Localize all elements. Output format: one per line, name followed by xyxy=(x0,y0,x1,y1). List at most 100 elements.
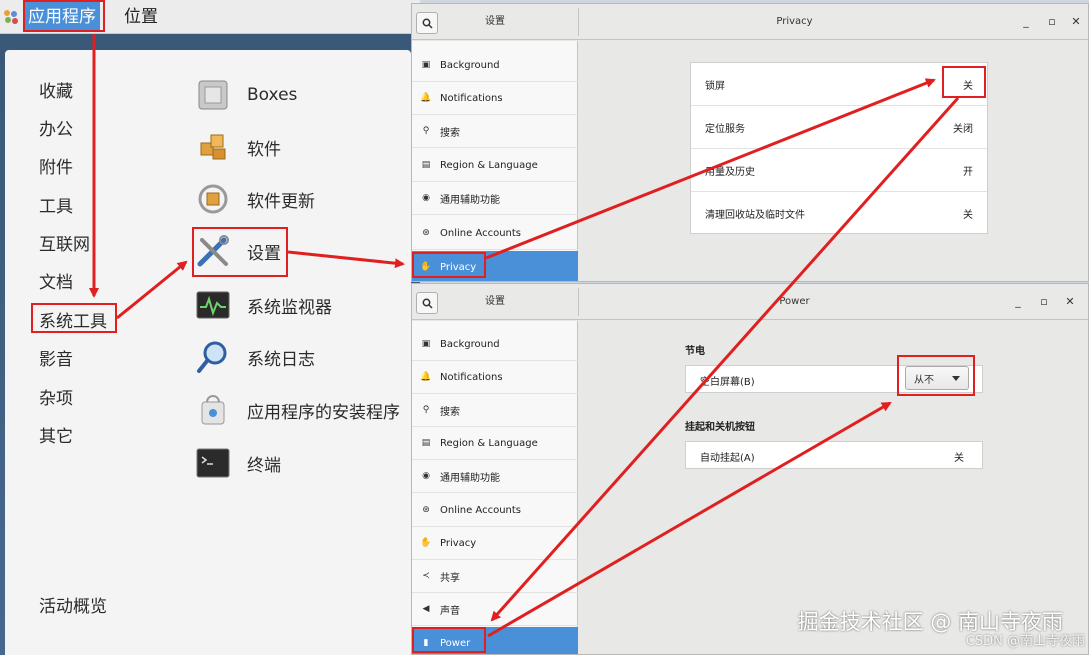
system-log-icon xyxy=(193,337,233,377)
top-bar: 应用程序 位置 xyxy=(0,0,420,34)
sidebar-item-search[interactable]: ⚲ 搜索 xyxy=(412,394,578,427)
sidebar-item-online-accounts[interactable]: ⊛ Online Accounts xyxy=(412,217,578,250)
applications-menu[interactable]: 应用程序 xyxy=(24,2,100,32)
bell-icon: 🔔 xyxy=(420,372,432,382)
app-system-monitor[interactable]: 系统监视器 xyxy=(193,283,332,327)
sidebar-item-accessibility[interactable]: ◉ 通用辅助功能 xyxy=(412,182,578,215)
sidebar-item-label: Background xyxy=(440,59,500,71)
sidebar-item-accessibility[interactable]: ◉ 通用辅助功能 xyxy=(412,460,578,493)
region-flag-icon: ▤ xyxy=(421,160,431,170)
sidebar-title: 设置 xyxy=(485,296,505,307)
sidebar-item-search[interactable]: ⚲ 搜索 xyxy=(412,115,578,148)
row-label: 用量及历史 xyxy=(705,166,755,178)
sidebar-item-notifications[interactable]: 🔔 Notifications xyxy=(412,82,578,115)
app-system-log[interactable]: 系统日志 xyxy=(193,335,315,379)
maximize-icon[interactable]: ▫ xyxy=(1044,14,1060,30)
settings-sidebar: ▣ Background 🔔 Notifications ⚲ 搜索 ▤ Region &… xyxy=(412,41,578,281)
sidebar-item-power[interactable]: ▮ Power xyxy=(412,627,578,654)
row-label: 清理回收站及临时文件 xyxy=(705,210,805,221)
category-other[interactable]: 其它 xyxy=(39,422,73,447)
maximize-icon[interactable]: ▫ xyxy=(1036,294,1052,310)
row-value: 关 xyxy=(963,80,973,92)
row-value: 关闭 xyxy=(953,123,973,135)
online-accounts-icon: ⊛ xyxy=(422,505,430,515)
close-icon[interactable]: ✕ xyxy=(1068,14,1084,30)
app-settings[interactable]: 设置 xyxy=(193,229,281,273)
sidebar-item-notifications[interactable]: 🔔 Notifications xyxy=(412,361,578,394)
category-internet[interactable]: 互联网 xyxy=(39,230,90,255)
app-label: Boxes xyxy=(247,85,298,105)
application-menu: 收藏 办公 附件 工具 互联网 文档 系统工具 影音 杂项 其它 活动概览 Bo… xyxy=(5,50,411,655)
sidebar-item-privacy[interactable]: ✋ Privacy xyxy=(412,527,578,560)
sidebar-item-label: 搜索 xyxy=(440,127,460,139)
privacy-row-location[interactable]: 定位服务 关闭 xyxy=(691,106,987,149)
accessibility-icon: ◉ xyxy=(422,193,430,203)
terminal-icon xyxy=(193,443,233,483)
sidebar-item-label: Notifications xyxy=(440,371,503,383)
accessibility-icon: ◉ xyxy=(422,471,430,481)
category-favorites[interactable]: 收藏 xyxy=(39,77,73,102)
online-accounts-icon: ⊛ xyxy=(422,228,430,238)
sidebar-item-privacy[interactable]: ✋ Privacy xyxy=(412,251,578,281)
app-boxes[interactable]: Boxes xyxy=(193,73,297,117)
app-terminal[interactable]: 终端 xyxy=(193,441,281,485)
sidebar-item-label: Region & Language xyxy=(440,437,538,449)
app-installer[interactable]: 应用程序的安装程序 xyxy=(193,388,400,432)
category-multimedia[interactable]: 影音 xyxy=(39,345,73,370)
category-system-tools[interactable]: 系统工具 xyxy=(39,307,107,332)
row-value: 开 xyxy=(963,166,973,178)
category-office[interactable]: 办公 xyxy=(39,115,73,140)
power-settings-window: 设置 Power _ ▫ ✕ ▣ Background 🔔 Notification… xyxy=(411,283,1089,655)
blank-screen-dropdown[interactable]: 从不 xyxy=(905,366,969,390)
app-software[interactable]: 软件 xyxy=(193,125,281,169)
sidebar-item-label: Online Accounts xyxy=(440,227,522,239)
minimize-icon[interactable]: _ xyxy=(1010,294,1026,310)
category-misc[interactable]: 杂项 xyxy=(39,384,73,409)
sidebar-item-background[interactable]: ▣ Background xyxy=(412,49,578,82)
sidebar-item-label: 通用辅助功能 xyxy=(440,472,500,484)
sidebar-item-background[interactable]: ▣ Background xyxy=(412,328,578,361)
gnome-foot-icon xyxy=(4,10,18,24)
app-software-update[interactable]: 软件更新 xyxy=(193,177,315,221)
sidebar-item-online-accounts[interactable]: ⊛ Online Accounts xyxy=(412,494,578,527)
title-bar: 设置 Privacy _ ▫ ✕ xyxy=(412,4,1088,40)
privacy-row-usage-history[interactable]: 用量及历史 开 xyxy=(691,149,987,192)
privacy-hand-icon: ✋ xyxy=(420,538,432,548)
watermark-csdn: CSDN @南山寺夜雨 xyxy=(965,634,1085,649)
sidebar-item-region[interactable]: ▤ Region & Language xyxy=(412,427,578,460)
sidebar-item-label: 共享 xyxy=(440,572,460,584)
chevron-down-icon xyxy=(952,376,960,381)
privacy-hand-icon: ✋ xyxy=(420,262,432,272)
privacy-settings-window: 设置 Privacy _ ▫ ✕ ▣ Background 🔔 Notificati… xyxy=(411,3,1089,282)
panel-title: Privacy xyxy=(776,16,813,27)
activities-overview[interactable]: 活动概览 xyxy=(39,592,107,617)
section-power-saving: 节电 xyxy=(685,346,705,357)
background-icon: ▣ xyxy=(421,339,431,349)
settings-sidebar: ▣ Background 🔔 Notifications ⚲ 搜索 ▤ Region &… xyxy=(412,321,578,654)
app-label: 应用程序的安装程序 xyxy=(247,402,400,423)
places-menu[interactable]: 位置 xyxy=(124,2,158,32)
sidebar-item-label: 声音 xyxy=(440,605,460,617)
minimize-icon[interactable]: _ xyxy=(1018,14,1034,30)
sidebar-title: 设置 xyxy=(485,16,505,27)
search-icon: ⚲ xyxy=(422,126,430,136)
app-label: 设置 xyxy=(247,243,281,264)
software-update-icon xyxy=(193,179,233,219)
privacy-row-purge-trash[interactable]: 清理回收站及临时文件 关 xyxy=(691,192,987,235)
sidebar-item-sound[interactable]: ◀ 声音 xyxy=(412,593,578,626)
category-accessories[interactable]: 附件 xyxy=(39,153,73,178)
sidebar-item-label: Background xyxy=(440,338,500,350)
software-icon xyxy=(193,127,233,167)
category-tools[interactable]: 工具 xyxy=(39,192,73,217)
auto-suspend-row[interactable]: 自动挂起(A) 关 xyxy=(685,441,983,469)
sidebar-item-sharing[interactable]: ≺ 共享 xyxy=(412,560,578,593)
sidebar-item-label: Notifications xyxy=(440,92,503,104)
app-label: 系统日志 xyxy=(247,349,315,370)
sidebar-item-region[interactable]: ▤ Region & Language xyxy=(412,149,578,182)
system-monitor-icon xyxy=(193,285,233,325)
privacy-row-screen-lock[interactable]: 锁屏 关 xyxy=(691,63,987,106)
close-icon[interactable]: ✕ xyxy=(1062,294,1078,310)
sidebar-item-label: Privacy xyxy=(440,261,477,273)
sidebar-item-label: 搜索 xyxy=(440,406,460,418)
category-documents[interactable]: 文档 xyxy=(39,268,73,293)
